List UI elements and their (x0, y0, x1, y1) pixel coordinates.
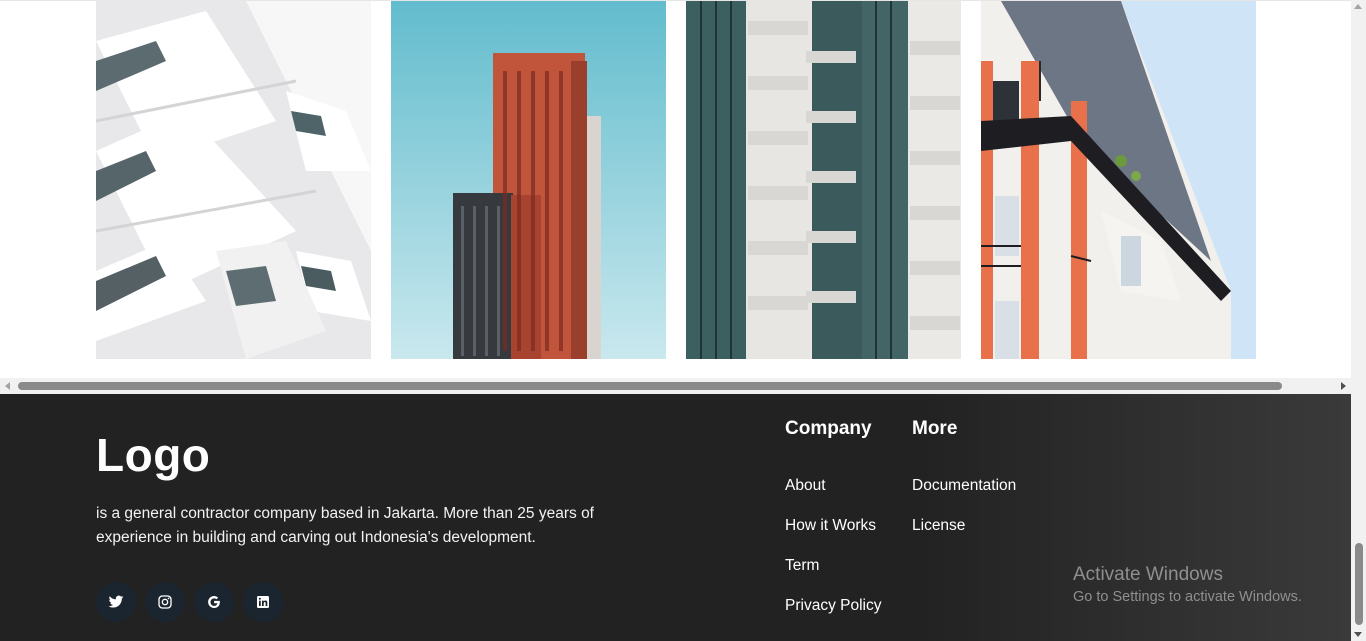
footer-link-privacy-policy[interactable]: Privacy Policy (785, 596, 881, 636)
footer-link-documentation[interactable]: Documentation (912, 476, 1016, 516)
footer-company-title: Company (785, 418, 872, 439)
page: Logo is a general contractor company bas… (0, 0, 1366, 641)
footer-logo[interactable]: Logo (96, 428, 210, 482)
footer-more-title: More (912, 418, 958, 439)
footer-link-about[interactable]: About (785, 476, 881, 516)
footer-link-license[interactable]: License (912, 516, 1016, 556)
activate-windows-watermark: Activate Windows Go to Settings to activ… (1073, 564, 1302, 605)
gallery-photo-white-balconies[interactable] (96, 1, 371, 359)
activate-windows-subtitle: Go to Settings to activate Windows. (1073, 589, 1302, 605)
scroll-down-arrow-icon[interactable] (1354, 632, 1362, 637)
activate-windows-title: Activate Windows (1073, 564, 1223, 585)
google-button[interactable] (194, 582, 234, 622)
scroll-right-arrow-icon[interactable] (1341, 382, 1346, 390)
scroll-up-arrow-icon[interactable] (1354, 4, 1362, 9)
social-links (96, 582, 283, 622)
vertical-scrollbar[interactable] (1351, 0, 1366, 641)
vertical-scrollbar-thumb[interactable] (1355, 543, 1363, 625)
footer-link-term[interactable]: Term (785, 556, 881, 596)
footer-description: is a general contractor company based in… (96, 505, 594, 546)
footer-link-how-it-works[interactable]: How it Works (785, 516, 881, 556)
horizontal-scrollbar-thumb[interactable] (18, 382, 1282, 390)
google-icon (208, 596, 220, 608)
instagram-icon (158, 595, 172, 609)
linkedin-icon (257, 596, 269, 608)
project-gallery (0, 0, 1351, 394)
linkedin-button[interactable] (243, 582, 283, 622)
gallery-photo-red-tower[interactable] (391, 1, 666, 359)
twitter-icon (108, 595, 124, 608)
site-footer: Logo is a general contractor company bas… (0, 394, 1351, 641)
footer-more-column: More Documentation License (912, 418, 1016, 556)
gallery-photo-parisian-building[interactable] (981, 1, 1256, 359)
footer-company-column: Company About How it Works Term Privacy … (785, 418, 881, 636)
twitter-button[interactable] (96, 582, 136, 622)
horizontal-scrollbar[interactable] (0, 378, 1351, 394)
gallery-photo-glass-facade[interactable] (686, 1, 961, 359)
scroll-left-arrow-icon[interactable] (5, 382, 10, 390)
instagram-button[interactable] (145, 582, 185, 622)
